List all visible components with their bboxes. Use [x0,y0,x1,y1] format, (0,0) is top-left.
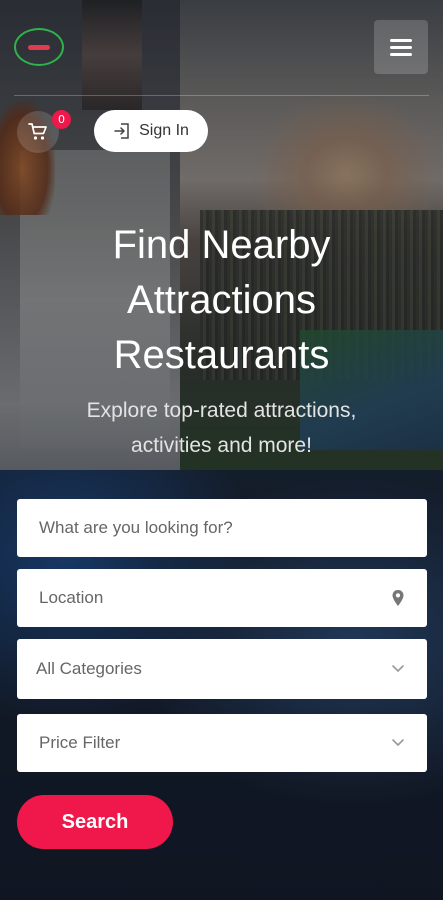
map-pin-icon [392,590,404,606]
sign-in-button[interactable]: Sign In [94,110,208,152]
sign-in-label: Sign In [139,122,189,139]
hero-title-line: Find Nearby [112,223,331,267]
top-navbar [0,0,443,96]
location-placeholder: Location [39,588,104,607]
logo-icon[interactable] [14,28,64,66]
hero-subtitle-line: activities and more! [131,434,312,457]
location-input[interactable]: Location [17,569,427,627]
hamburger-menu-button[interactable] [374,20,428,74]
hero-title: Find Nearby Attractions Restaurants [0,218,443,383]
sign-in-icon [114,123,129,139]
price-filter-selected-value: Price Filter [39,733,121,752]
hero-subtitle: Explore top-rated attractions, activitie… [0,393,443,463]
category-select[interactable]: All Categories [17,639,427,699]
header-divider [14,95,429,96]
hamburger-menu-icon [390,38,412,42]
hero-subtitle-line: Explore top-rated attractions, [86,399,357,422]
shopping-cart-icon [28,123,47,140]
search-input[interactable]: What are you looking for? [17,499,427,557]
chevron-down-icon [392,739,404,746]
search-button[interactable]: Search [17,795,173,849]
chevron-down-icon [392,665,404,672]
search-placeholder: What are you looking for? [39,518,233,537]
price-filter-select[interactable]: Price Filter [17,714,427,772]
cart-count-badge: 0 [52,110,71,129]
category-selected-value: All Categories [36,659,142,678]
hero-title-line: Restaurants [113,333,330,377]
hero-title-line: Attractions [127,278,316,322]
